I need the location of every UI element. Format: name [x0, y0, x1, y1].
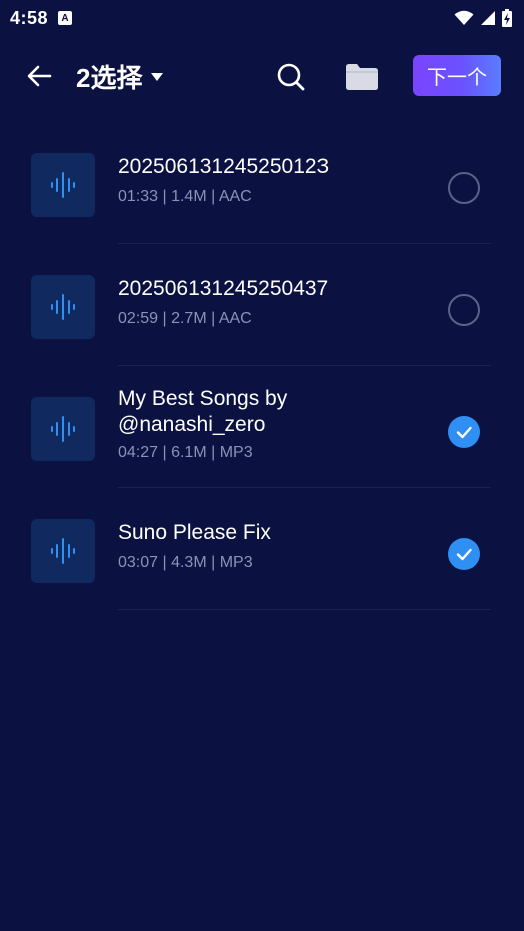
file-info: 20250613124525012З 01:33 | 1.4M | AAC: [118, 154, 428, 206]
file-meta: 01:33 | 1.4M | AAC: [118, 188, 252, 205]
audio-thumbnail: [31, 519, 95, 583]
file-meta: 03:07 | 4.3M | MP3: [118, 554, 253, 571]
arrow-left-icon: [27, 65, 52, 87]
select-checkbox-checked[interactable]: [448, 538, 480, 570]
battery-charging-icon: [502, 9, 512, 27]
audio-waveform-icon: [51, 294, 75, 320]
next-button[interactable]: 下一个: [413, 55, 501, 96]
divider: [118, 609, 491, 610]
file-name: 202506131245250437: [118, 277, 329, 300]
list-item[interactable]: 202506131245250437 02:59 | 2.7M | AAC: [0, 244, 524, 366]
select-checkbox[interactable]: [448, 294, 480, 326]
file-name: 20250613124525012З: [118, 155, 330, 178]
caret-down-icon: [151, 72, 164, 81]
list-item[interactable]: My Best Songs by @nanashi_zero 04:27 | 6…: [0, 366, 524, 488]
file-name: My Best Songs by @nanashi_zero: [118, 387, 288, 436]
file-info: My Best Songs by @nanashi_zero 04:27 | 6…: [118, 386, 428, 462]
file-info: Suno Please Fix 03:07 | 4.3M | MP3: [118, 520, 428, 572]
file-name: Suno Please Fix: [118, 521, 271, 544]
check-icon: [456, 426, 472, 439]
status-bar: 4:58 A: [0, 0, 524, 36]
check-icon: [456, 548, 472, 561]
status-right: [454, 9, 512, 27]
list-item[interactable]: Suno Please Fix 03:07 | 4.3M | MP3: [0, 488, 524, 610]
list-item[interactable]: 20250613124525012З 01:33 | 1.4M | AAC: [0, 122, 524, 244]
select-checkbox[interactable]: [448, 172, 480, 204]
audio-waveform-icon: [51, 416, 75, 442]
file-list: 20250613124525012З 01:33 | 1.4M | AAC 20…: [0, 122, 524, 610]
folder-button[interactable]: [344, 61, 380, 93]
audio-thumbnail: [31, 153, 95, 217]
select-checkbox-checked[interactable]: [448, 416, 480, 448]
audio-waveform-icon: [51, 538, 75, 564]
status-time: 4:58: [10, 7, 49, 28]
search-icon: [277, 63, 305, 91]
search-button[interactable]: [274, 60, 308, 94]
folder-icon: [346, 64, 378, 90]
page-title: 2选择: [76, 63, 143, 93]
notification-icon: A: [58, 11, 73, 25]
file-info: 202506131245250437 02:59 | 2.7M | AAC: [118, 276, 428, 328]
audio-thumbnail: [31, 397, 95, 461]
signal-icon: [481, 11, 495, 25]
top-app-bar: 2选择 下一个: [0, 50, 524, 102]
audio-waveform-icon: [51, 172, 75, 198]
file-meta: 04:27 | 6.1M | MP3: [118, 444, 253, 461]
wifi-icon: [454, 10, 474, 25]
file-meta: 02:59 | 2.7M | AAC: [118, 310, 252, 327]
status-left: 4:58 A: [10, 7, 73, 29]
selection-title-dropdown[interactable]: 2选择: [76, 58, 164, 95]
back-button[interactable]: [24, 60, 56, 92]
audio-thumbnail: [31, 275, 95, 339]
